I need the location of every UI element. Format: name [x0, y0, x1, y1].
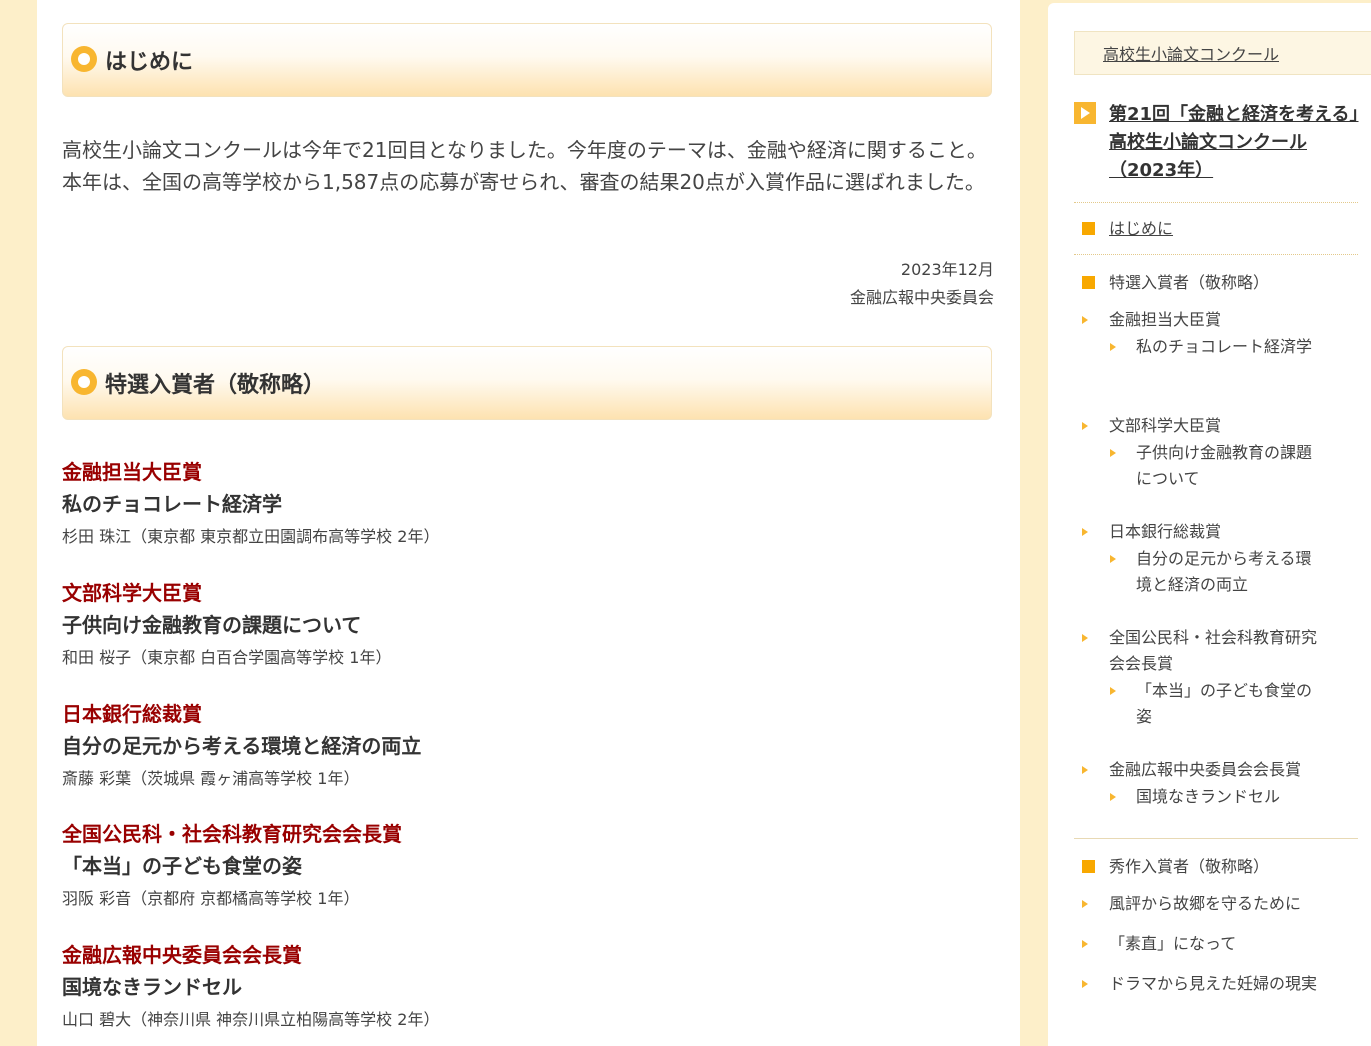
- triangle-bullet-icon: [1110, 555, 1116, 563]
- sidebar-item-award[interactable]: 金融広報中央委員会会長賞: [1082, 757, 1332, 783]
- current-page-link[interactable]: 第21回「金融と経済を考える」高校生小論文コンクール（2023年）: [1109, 104, 1359, 181]
- award-link[interactable]: 金融広報中央委員会会長賞: [1109, 757, 1332, 783]
- triangle-bullet-icon: [1110, 343, 1116, 351]
- sidebar-item-award[interactable]: 金融担当大臣賞: [1082, 307, 1332, 333]
- award-name: 全国公民科・社会科教育研究会会長賞: [62, 822, 402, 846]
- sidebar-subitem-essay[interactable]: 子供向け金融教育の課題について: [1110, 440, 1325, 492]
- divider: [1074, 202, 1358, 203]
- triangle-bullet-icon: [1082, 528, 1088, 536]
- divider: [1074, 254, 1358, 255]
- triangle-bullet-icon: [1082, 900, 1088, 908]
- award-name: 日本銀行総裁賞: [62, 702, 202, 726]
- main-content: はじめに 高校生小論文コンクールは今年で21回目となりました。今年度のテーマは、…: [37, 0, 1020, 1046]
- triangle-bullet-icon: [1110, 687, 1116, 695]
- award-entry: 金融広報中央委員会会長賞 国境なきランドセル 山口 碧大（神奈川県 神奈川県立柏…: [62, 940, 992, 1036]
- essay-link[interactable]: 子供向け金融教育の課題について: [1136, 440, 1325, 492]
- sidebar-nav: 高校生小論文コンクール 第21回「金融と経済を考える」高校生小論文コンクール（2…: [1048, 3, 1371, 1046]
- winner-name: 和田 桜子（東京都 白百合学園高等学校 1年）: [62, 648, 392, 667]
- winner-name: 斎藤 彩葉（茨城県 霞ヶ浦高等学校 1年）: [62, 769, 360, 788]
- sidebar-item-award[interactable]: 文部科学大臣賞: [1082, 413, 1332, 439]
- heading-label: 特選入賞者（敬称略）: [1109, 273, 1270, 292]
- sidebar-item-award[interactable]: 全国公民科・社会科教育研究会会長賞: [1082, 625, 1332, 677]
- essay-link[interactable]: 国境なきランドセル: [1136, 784, 1325, 810]
- essay-link[interactable]: 「素直」になって: [1109, 931, 1332, 957]
- sidebar-item-intro: はじめに: [1082, 215, 1173, 239]
- intro-organization: 金融広報中央委員会: [849, 288, 994, 307]
- triangle-bullet-icon: [1082, 766, 1088, 774]
- section-heading-special: 特選入賞者（敬称略）: [62, 346, 992, 420]
- breadcrumb-link[interactable]: 高校生小論文コンクール: [1103, 45, 1279, 64]
- sidebar-item-excellent[interactable]: 風評から故郷を守るために: [1082, 891, 1332, 917]
- current-page-item: 第21回「金融と経済を考える」高校生小論文コンクール（2023年）: [1074, 101, 1359, 185]
- sidebar-heading-excellent: 秀作入賞者（敬称略）: [1082, 853, 1269, 877]
- sidebar-item-excellent[interactable]: 「素直」になって: [1082, 931, 1332, 957]
- essay-link[interactable]: 自分の足元から考える環境と経済の両立: [1136, 546, 1325, 598]
- square-bullet-icon: [1082, 860, 1095, 873]
- award-entry: 文部科学大臣賞 子供向け金融教育の課題について 和田 桜子（東京都 白百合学園高…: [62, 578, 992, 674]
- award-entry: 日本銀行総裁賞 自分の足元から考える環境と経済の両立 斎藤 彩葉（茨城県 霞ヶ浦…: [62, 699, 992, 795]
- section-heading-intro: はじめに: [62, 23, 992, 97]
- sidebar-item-award[interactable]: 日本銀行総裁賞: [1082, 519, 1332, 545]
- sidebar-subitem-essay[interactable]: 国境なきランドセル: [1110, 784, 1325, 810]
- award-name: 金融担当大臣賞: [62, 460, 202, 484]
- triangle-bullet-icon: [1082, 940, 1088, 948]
- sidebar-subitem-essay[interactable]: 「本当」の子ども食堂の姿: [1110, 678, 1325, 730]
- award-name: 金融広報中央委員会会長賞: [62, 943, 302, 967]
- sidebar-subitem-essay[interactable]: 私のチョコレート経済学: [1110, 334, 1325, 360]
- triangle-bullet-icon: [1082, 422, 1088, 430]
- intro-link[interactable]: はじめに: [1109, 219, 1173, 238]
- essay-link[interactable]: ドラマから見えた妊婦の現実: [1109, 971, 1332, 997]
- essay-title: 自分の足元から考える環境と経済の両立: [62, 734, 422, 758]
- square-bullet-icon: [1082, 276, 1095, 289]
- section-title: 特選入賞者（敬称略）: [105, 373, 326, 398]
- winner-name: 杉田 珠江（東京都 東京都立田園調布高等学校 2年）: [62, 527, 440, 546]
- breadcrumb: 高校生小論文コンクール: [1074, 31, 1371, 75]
- sidebar-subitem-essay[interactable]: 自分の足元から考える環境と経済の両立: [1110, 546, 1325, 598]
- essay-title: 私のチョコレート経済学: [62, 492, 282, 516]
- award-link[interactable]: 日本銀行総裁賞: [1109, 519, 1332, 545]
- intro-date: 2023年12月: [900, 260, 994, 279]
- triangle-bullet-icon: [1082, 316, 1088, 324]
- triangle-bullet-icon: [1082, 980, 1088, 988]
- award-link[interactable]: 全国公民科・社会科教育研究会会長賞: [1109, 625, 1332, 677]
- divider: [1074, 838, 1358, 839]
- play-arrow-icon: [1074, 102, 1096, 124]
- triangle-bullet-icon: [1110, 793, 1116, 801]
- award-name: 文部科学大臣賞: [62, 581, 202, 605]
- award-entry: 金融担当大臣賞 私のチョコレート経済学 杉田 珠江（東京都 東京都立田園調布高等…: [62, 457, 992, 553]
- winner-name: 羽阪 彩音（京都府 京都橘高等学校 1年）: [62, 889, 360, 908]
- triangle-bullet-icon: [1110, 449, 1116, 457]
- award-entry: 全国公民科・社会科教育研究会会長賞 「本当」の子ども食堂の姿 羽阪 彩音（京都府…: [62, 819, 992, 915]
- intro-paragraph: 高校生小論文コンクールは今年で21回目となりました。今年度のテーマは、金融や経済…: [62, 138, 987, 194]
- section-title: はじめに: [105, 50, 194, 75]
- sidebar-heading-special: 特選入賞者（敬称略）: [1082, 269, 1269, 293]
- essay-link[interactable]: 「本当」の子ども食堂の姿: [1136, 678, 1325, 730]
- award-link[interactable]: 文部科学大臣賞: [1109, 413, 1332, 439]
- heading-label: 秀作入賞者（敬称略）: [1109, 857, 1270, 876]
- triangle-bullet-icon: [1082, 634, 1088, 642]
- essay-title: 国境なきランドセル: [62, 975, 242, 999]
- award-link[interactable]: 金融担当大臣賞: [1109, 307, 1332, 333]
- circle-bullet-icon: [71, 369, 97, 395]
- circle-bullet-icon: [71, 46, 97, 72]
- essay-link[interactable]: 私のチョコレート経済学: [1136, 334, 1325, 360]
- square-bullet-icon: [1082, 222, 1095, 235]
- sidebar-item-excellent[interactable]: ドラマから見えた妊婦の現実: [1082, 971, 1332, 997]
- essay-link[interactable]: 風評から故郷を守るために: [1109, 891, 1332, 917]
- winner-name: 山口 碧大（神奈川県 神奈川県立柏陽高等学校 2年）: [62, 1010, 440, 1029]
- essay-title: 子供向け金融教育の課題について: [62, 613, 362, 637]
- essay-title: 「本当」の子ども食堂の姿: [62, 854, 302, 878]
